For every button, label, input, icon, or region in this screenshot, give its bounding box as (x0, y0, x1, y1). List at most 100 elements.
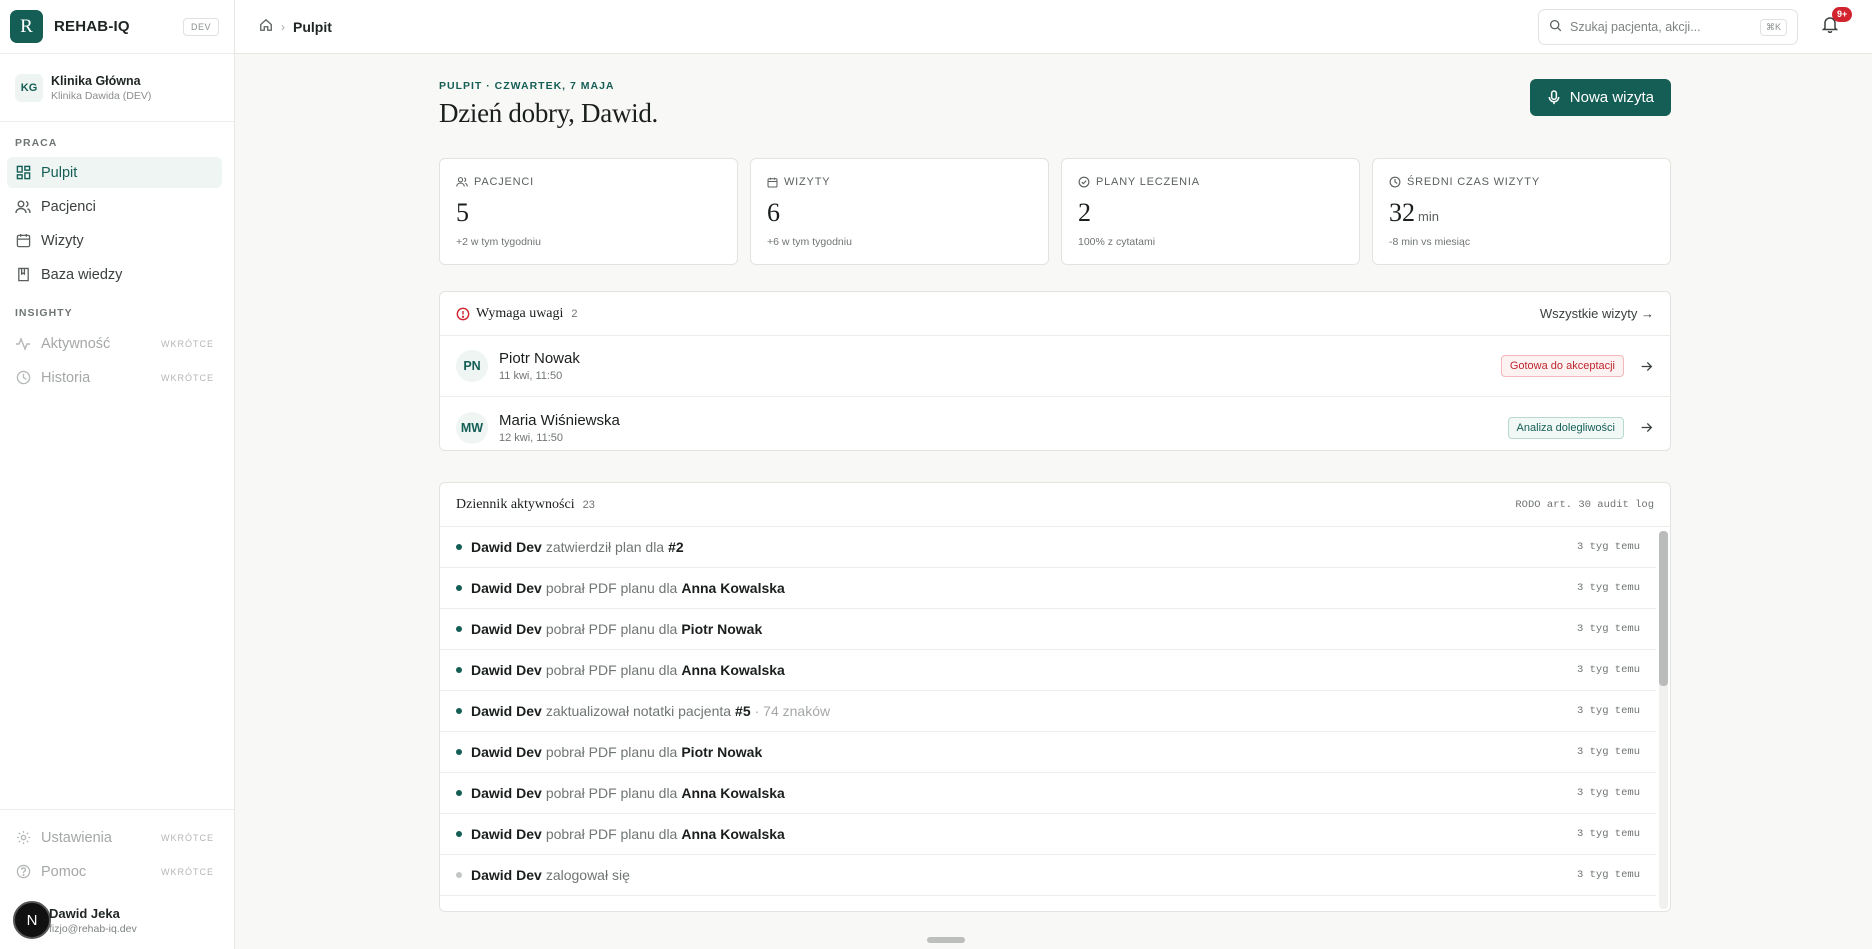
users-icon (456, 177, 468, 187)
sidebar-item-label: Historia (41, 369, 91, 386)
log-time: 3 tyg temu (1576, 541, 1640, 553)
log-target[interactable]: #5 (735, 703, 751, 719)
stat-delta: -8 min vs miesiąc (1389, 236, 1471, 248)
log-actor: Dawid Dev (471, 744, 542, 760)
soon-badge: WKRÓTCE (161, 832, 214, 843)
stat-label: ŚREDNI CZAS WIZYTY (1407, 176, 1540, 188)
log-action: pobrał PDF planu dla (545, 662, 678, 678)
arrow-right-icon[interactable] (1638, 358, 1654, 374)
log-time: 3 tyg temu (1576, 705, 1640, 717)
list-item[interactable]: Dawid Dev pobrał PDF planu dla Piotr Nowak… (440, 732, 1656, 773)
drag-handle[interactable] (927, 937, 965, 943)
list-item[interactable]: Dawid Dev zaktualizował notatki pacjenta #… (440, 691, 1656, 732)
stat-value: 6 (767, 198, 780, 227)
list-item[interactable]: Dawid Devpobrał PDF planu dlaAnna Kowals… (440, 896, 1656, 911)
scrollbar[interactable] (1659, 531, 1668, 909)
sidebar-item-pulpit[interactable]: Pulpit (7, 157, 222, 188)
user-menu[interactable]: N Dawid Jeka fizjo@rehab-iq.dev (13, 901, 137, 939)
bell-icon (1821, 17, 1839, 36)
attention-row[interactable]: MW Maria Wiśniewska 12 kwi, 11:50 Analiz… (440, 397, 1670, 450)
sidebar-item-wizyty[interactable]: Wizyty (7, 225, 222, 256)
breadcrumb-current: Pulpit (293, 18, 332, 35)
log-target[interactable]: Anna Kowalska (681, 662, 784, 678)
sidebar-item-aktywnosc[interactable]: Aktywność WKRÓTCE (7, 328, 222, 359)
status-dot (456, 749, 462, 755)
log-actor: Dawid Dev (471, 867, 542, 883)
sidebar-item-ustawienia[interactable]: Ustawienia WKRÓTCE (7, 822, 222, 853)
list-item[interactable]: Dawid Devpobrał PDF planu dlaAnna Kowals… (440, 773, 1656, 814)
log-target[interactable]: Piotr Nowak (681, 744, 762, 760)
search-input[interactable] (1570, 20, 1745, 34)
home-icon[interactable] (259, 18, 273, 35)
list-item[interactable]: Dawid Dev pobrał PDF planu dla Piotr Nowak… (440, 609, 1656, 650)
gear-icon (15, 830, 31, 846)
all-visits-link[interactable]: Wszystkie wizyty → (1540, 306, 1654, 321)
list-item[interactable]: Dawid Devpobrał PDF planu dlaAnna Kowals… (440, 568, 1656, 609)
sidebar: R REHAB-IQ DEV KG Klinika Główna Klinika… (0, 0, 235, 949)
log-time: 3 tyg temu (1576, 828, 1640, 840)
log-actor: Dawid Dev (471, 908, 542, 911)
list-item[interactable]: Dawid Devpobrał PDF planu dlaAnna Kowals… (440, 650, 1656, 691)
attention-card: Wymaga uwagi 2 Wszystkie wizyty → PN Pio… (439, 291, 1671, 451)
sidebar-item-baza-wiedzy[interactable]: Baza wiedzy (7, 259, 222, 290)
sidebar-item-historia[interactable]: Historia WKRÓTCE (7, 362, 222, 393)
log-action: pobrał PDF planu dla (545, 826, 678, 842)
notifications-button[interactable]: 9+ (1821, 7, 1853, 36)
clock-icon (15, 370, 31, 386)
attention-title: Wymaga uwagi (476, 305, 564, 321)
avatar: N (13, 901, 51, 939)
stat-card-avg-visit-time[interactable]: ŚREDNI CZAS WIZYTY 32 min -8 min vs miesi… (1372, 158, 1671, 265)
patient-name: Maria Wiśniewska (499, 411, 620, 429)
status-dot (456, 790, 462, 796)
stat-card-visits[interactable]: WIZYTY 6 +6 w tym tygodniu (750, 158, 1049, 265)
clinic-switcher[interactable]: KG Klinika Główna Klinika Dawida (DEV) (0, 54, 234, 122)
list-item[interactable]: Dawid Dev zalogował się 3 tyg temu (440, 855, 1656, 896)
attention-row[interactable]: PN Piotr Nowak 11 kwi, 11:50 Gotowa do a… (440, 336, 1670, 397)
log-target[interactable]: #2 (668, 539, 684, 555)
status-dot (456, 544, 462, 550)
log-action: pobrał PDF planu dla (545, 744, 678, 760)
sidebar-item-pomoc[interactable]: Pomoc WKRÓTCE (7, 856, 222, 887)
scrollbar-thumb[interactable] (1659, 531, 1668, 686)
sidebar-item-label: Ustawienia (41, 829, 112, 846)
log-actor: Dawid Dev (471, 621, 542, 637)
log-target[interactable]: Anna Kowalska (681, 908, 784, 911)
stat-value: 2 (1078, 198, 1091, 227)
status-dot (456, 831, 462, 837)
log-target[interactable]: Anna Kowalska (681, 826, 784, 842)
log-action: pobrał PDF planu dla (545, 580, 678, 596)
users-icon (15, 199, 31, 215)
stat-unit: min (1418, 209, 1439, 224)
sidebar-footer: Ustawienia WKRÓTCE Pomoc WKRÓTCE N Dawid… (0, 809, 235, 949)
notifications-badge: 9+ (1832, 7, 1853, 22)
status-dot (456, 708, 462, 714)
brand-name[interactable]: REHAB-IQ (54, 18, 130, 35)
log-time: 3 tyg temu (1576, 787, 1640, 799)
new-visit-button[interactable]: Nowa wizyta (1529, 79, 1671, 116)
dashboard-icon (15, 165, 31, 181)
env-badge: DEV (182, 17, 219, 36)
sidebar-item-label: Aktywność (41, 335, 111, 352)
chevron-right-icon: › (281, 19, 285, 34)
status-dot (456, 667, 462, 673)
log-target[interactable]: Piotr Nowak (681, 621, 762, 637)
log-actor: Dawid Dev (471, 662, 542, 678)
stat-card-patients[interactable]: PACJENCI 5 +2 w tym tygodniu (439, 158, 738, 265)
list-item[interactable]: Dawid Dev zatwierdził plan dla #2 3 tyg tem… (440, 527, 1656, 568)
log-target[interactable]: Anna Kowalska (681, 580, 784, 596)
list-item[interactable]: Dawid Devpobrał PDF planu dlaAnna Kowals… (440, 814, 1656, 855)
arrow-right-icon[interactable] (1638, 420, 1654, 436)
soon-badge: WKRÓTCE (161, 372, 214, 383)
log-time: 3 tyg temu (1576, 746, 1640, 758)
visit-date: 11 kwi, 11:50 (499, 370, 563, 382)
sidebar-item-pacjenci[interactable]: Pacjenci (7, 191, 222, 222)
log-action: zalogował się (545, 867, 630, 883)
status-dot (456, 872, 462, 878)
stat-card-treatment-plans[interactable]: PLANY LECZENIA 2 100% z cytatami (1061, 158, 1360, 265)
brand-logo[interactable]: R (10, 10, 43, 43)
soon-badge: WKRÓTCE (161, 338, 214, 349)
activity-log-list[interactable]: Dawid Dev zatwierdził plan dla #2 3 tyg tem… (440, 527, 1670, 911)
log-target[interactable]: Anna Kowalska (681, 785, 784, 801)
search-box[interactable]: ⌘K (1538, 9, 1798, 45)
activity-log-title: Dziennik aktywności (456, 496, 575, 512)
